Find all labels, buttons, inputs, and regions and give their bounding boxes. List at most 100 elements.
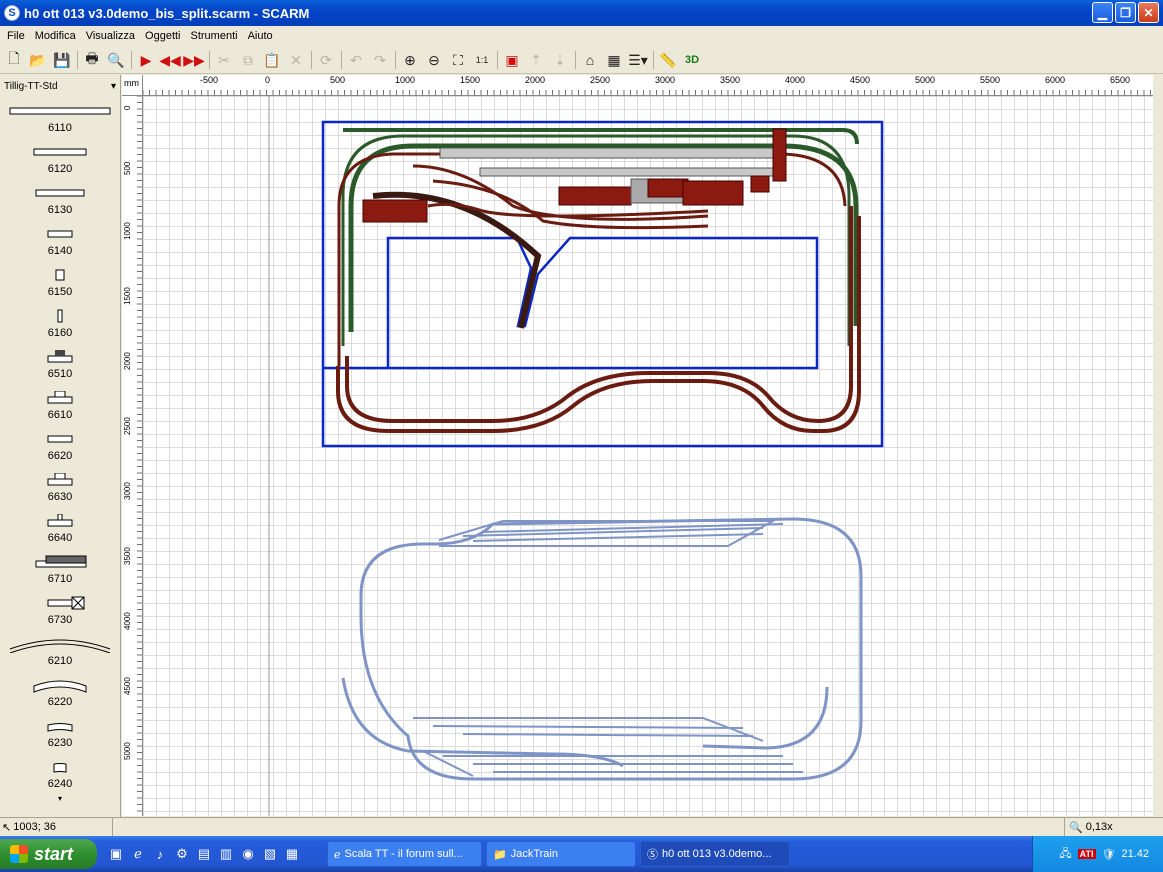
track-piece-icon [33, 148, 87, 156]
security-icon[interactable]: 🛡 [1102, 848, 1116, 861]
quick-launch-film-icon[interactable]: ▥ [217, 845, 235, 863]
library-item[interactable]: 6710 [0, 548, 120, 589]
paste-icon[interactable]: 📋 [260, 49, 284, 71]
ruler-label: 4000 [123, 612, 132, 630]
library-item[interactable]: 6130 [0, 179, 120, 220]
title-bar: S h0 ott 013 v3.0demo_bis_split.scarm - … [0, 0, 1163, 26]
zoom-1to1-icon[interactable]: 1:1 [470, 49, 494, 71]
print-icon[interactable]: 🖶 [80, 49, 104, 71]
menu-aiuto[interactable]: Aiuto [243, 30, 278, 42]
lower-layout[interactable] [341, 517, 863, 781]
ruler-label: 2500 [590, 75, 610, 85]
library-item[interactable]: 6110 [0, 97, 120, 138]
bridge-icon[interactable]: ⌂ [578, 49, 602, 71]
library-item[interactable]: 6230 [0, 712, 120, 753]
chevron-down-icon[interactable]: ▾ [111, 81, 116, 92]
scarm-app-icon[interactable]: S [4, 5, 20, 21]
library-item[interactable]: 6240 [0, 753, 120, 794]
library-item[interactable]: 6160 [0, 302, 120, 343]
redo-icon[interactable]: ↷ [368, 49, 392, 71]
track-forward-icon[interactable]: ▶▶ [182, 49, 206, 71]
library-item[interactable]: 6120 [0, 138, 120, 179]
library-select[interactable]: Tillig-TT-Std ▾ [2, 77, 118, 95]
menu-modifica[interactable]: Modifica [30, 30, 81, 42]
layout-canvas[interactable] [143, 96, 1153, 816]
track-back-icon[interactable]: ◀◀ [158, 49, 182, 71]
zoom-fit-icon[interactable]: ⛶ [446, 49, 470, 71]
upper-layout[interactable] [321, 120, 884, 448]
ruler-label: 1000 [395, 75, 415, 85]
track-piece-icon [35, 555, 87, 568]
ruler-label: 0 [123, 105, 132, 110]
height-up-icon[interactable]: ⇡ [524, 49, 548, 71]
task-buttons: ℯ Scala TT - il forum sull... 📁 JackTrain Ⓢh… [323, 841, 790, 867]
print-preview-icon[interactable]: 🔍 [104, 49, 128, 71]
quick-launch-notepad-icon[interactable]: ▦ [283, 845, 301, 863]
library-item[interactable]: 6630 [0, 466, 120, 507]
quick-launch-disc-icon[interactable]: ◉ [239, 845, 257, 863]
ati-icon[interactable]: ATI [1077, 849, 1096, 859]
zoom-out-icon[interactable]: ⊖ [422, 49, 446, 71]
library-item[interactable]: 6610 [0, 384, 120, 425]
track-end-icon[interactable]: ▶ [134, 49, 158, 71]
menu-visualizza[interactable]: Visualizza [81, 30, 140, 42]
quick-launch-media-icon[interactable]: ♪ [151, 845, 169, 863]
clock[interactable]: 21.42 [1121, 848, 1149, 860]
track-piece-icon [33, 680, 87, 693]
pointer-icon: ↖ [2, 821, 12, 834]
delete-icon[interactable]: ✕ [284, 49, 308, 71]
open-icon[interactable]: 📂 [26, 49, 50, 71]
quick-launch-window-icon[interactable]: ▤ [195, 845, 213, 863]
library-item[interactable]: 6730 [0, 589, 120, 630]
library-item-label: 6630 [47, 491, 73, 503]
taskbar-task[interactable]: ℯ Scala TT - il forum sull... [327, 841, 482, 867]
rotate-icon[interactable]: ⟳ [314, 49, 338, 71]
library-item[interactable]: 6140 [0, 220, 120, 261]
library-item[interactable]: 6220 [0, 671, 120, 712]
layer-icon[interactable]: ▣ [500, 49, 524, 71]
quick-launch-desktop-icon[interactable]: ▣ [107, 845, 125, 863]
quick-launch-app-icon[interactable]: ⚙ [173, 845, 191, 863]
ruler-label: 2000 [123, 352, 132, 370]
save-icon[interactable]: 💾 [50, 49, 74, 71]
start-button[interactable]: start [0, 839, 97, 869]
network-icon[interactable]: 🖧 [1059, 845, 1071, 864]
ruler-label: 3500 [123, 547, 132, 565]
library-item[interactable]: 6210 [0, 630, 120, 671]
taskbar: start ▣ ℯ ♪ ⚙ ▤ ▥ ◉ ▧ ▦ ℯ Scala TT - il f… [0, 836, 1163, 872]
layers-menu-icon[interactable]: ☰▾ [626, 49, 650, 71]
quick-launch-ie-icon[interactable]: ℯ [129, 845, 147, 863]
library-item-label: 6230 [47, 737, 73, 749]
library-item[interactable]: 6620 [0, 425, 120, 466]
height-down-icon[interactable]: ⇣ [548, 49, 572, 71]
library-item[interactable]: 6640 [0, 507, 120, 548]
undo-icon[interactable]: ↶ [344, 49, 368, 71]
zoom-in-icon[interactable]: ⊕ [398, 49, 422, 71]
view-3d-icon[interactable]: 3D [680, 49, 704, 71]
library-item[interactable]: 6510 [0, 343, 120, 384]
close-button[interactable]: ✕ [1138, 2, 1159, 23]
measure-icon[interactable]: 📏 [656, 49, 680, 71]
library-item[interactable]: 6150 [0, 261, 120, 302]
object-icon[interactable]: ▦ [602, 49, 626, 71]
new-icon[interactable]: 🗋 [2, 49, 26, 71]
minimize-button[interactable]: ▁ [1092, 2, 1113, 23]
track-piece-icon [47, 391, 73, 404]
track-piece-icon [47, 435, 73, 443]
quick-launch-doc-icon[interactable]: ▧ [261, 845, 279, 863]
scroll-down-icon[interactable]: ▾ [0, 794, 120, 803]
vertical-scrollbar[interactable] [1153, 75, 1163, 816]
copy-icon[interactable]: ⧉ [236, 49, 260, 71]
taskbar-task[interactable]: 📁 JackTrain [486, 841, 636, 867]
ruler-unit: mm [122, 75, 143, 96]
menu-oggetti[interactable]: Oggetti [140, 30, 185, 42]
menu-strumenti[interactable]: Strumenti [186, 30, 243, 42]
horizontal-ruler: -500 0 500 1000 1500 2000 2500 3000 3500 4000 4500… [143, 75, 1153, 96]
menu-file[interactable]: File [2, 30, 30, 42]
ruler-label: 5500 [980, 75, 1000, 85]
ruler-label: 1500 [460, 75, 480, 85]
restore-button[interactable]: ❐ [1115, 2, 1136, 23]
ie-icon: ℯ [334, 848, 341, 861]
taskbar-task[interactable]: Ⓢh0 ott 013 v3.0demo... [640, 841, 790, 867]
cut-icon[interactable]: ✂ [212, 49, 236, 71]
